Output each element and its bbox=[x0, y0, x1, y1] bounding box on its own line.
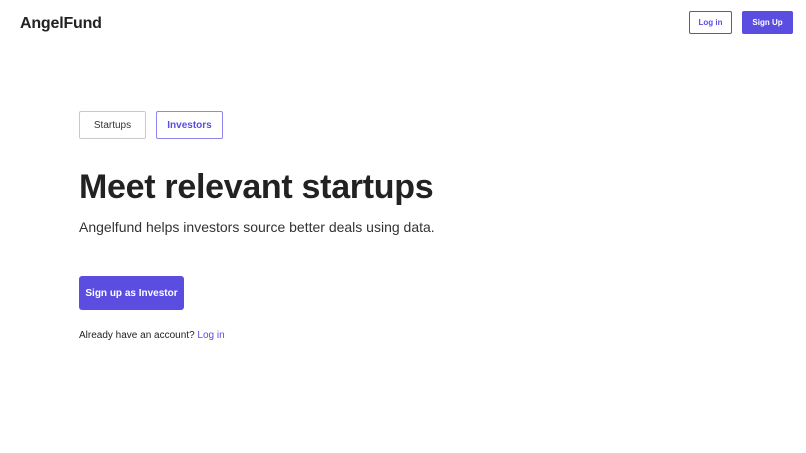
header-login-button[interactable]: Log in bbox=[689, 11, 732, 34]
brand-logo[interactable]: AngelFund bbox=[20, 15, 102, 33]
landing-page: AngelFund Log in Sign Up Startups Invest… bbox=[0, 0, 806, 453]
header-signup-button[interactable]: Sign Up bbox=[742, 11, 793, 34]
login-link[interactable]: Log in bbox=[197, 330, 224, 341]
tab-startups[interactable]: Startups bbox=[79, 111, 146, 139]
signup-investor-button[interactable]: Sign up as Investor bbox=[79, 276, 184, 310]
hero-headline: Meet relevant startups bbox=[79, 168, 434, 206]
hero-subheadline: Angelfund helps investors source better … bbox=[79, 219, 435, 235]
account-prompt-line: Already have an account? Log in bbox=[79, 330, 225, 341]
tab-investors[interactable]: Investors bbox=[156, 111, 223, 139]
account-prompt-text: Already have an account? bbox=[79, 330, 195, 341]
